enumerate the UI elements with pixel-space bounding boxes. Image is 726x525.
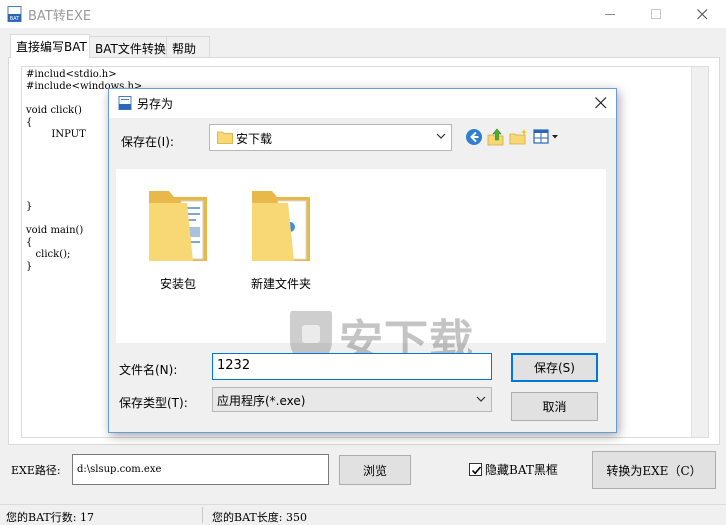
filename-label: 文件名(N): <box>119 363 178 377</box>
exe-path-input[interactable]: d:\slsup.com.exe <box>72 454 329 485</box>
svg-text:BAT: BAT <box>10 16 20 22</box>
checkmark-icon <box>471 466 482 475</box>
status-separator <box>202 507 203 523</box>
hide-bat-checkbox[interactable] <box>469 463 482 476</box>
title-bar: BAT BAT转EXE <box>0 0 726 28</box>
new-folder-button[interactable] <box>509 127 529 147</box>
vertical-scrollbar[interactable] <box>691 67 708 437</box>
filetype-select[interactable]: 应用程序(*.exe) <box>212 387 492 412</box>
status-line-count: 您的BAT行数: 17 <box>6 511 94 524</box>
dialog-save-button[interactable]: 保存(S) <box>511 353 598 382</box>
tab-help[interactable]: 帮助 <box>166 36 210 57</box>
dialog-close-button[interactable] <box>589 91 613 115</box>
back-button[interactable] <box>464 127 484 147</box>
save-dialog-icon <box>118 96 132 110</box>
new-folder-icon <box>509 129 528 145</box>
folder-icon <box>252 191 310 261</box>
filetype-label: 保存类型(T): <box>119 396 188 410</box>
save-as-dialog: 另存为 保存在(I): 安下载 安装包 新建文件夹 安下载 文件名(N): 12… <box>108 88 617 433</box>
exe-path-label: EXE路径: <box>11 464 61 477</box>
status-length: 您的BAT长度: 350 <box>212 511 307 524</box>
browse-button[interactable]: 浏览 <box>339 455 411 485</box>
convert-to-exe-button[interactable]: 转换为EXE（C） <box>592 451 716 489</box>
tab-convert-bat-file[interactable]: BAT文件转换 <box>89 36 167 57</box>
close-button[interactable] <box>680 0 726 28</box>
maximize-icon <box>651 9 661 19</box>
save-location-text: 安下载 <box>236 132 273 146</box>
folder-item-new-folder[interactable]: 新建文件夹 <box>236 183 326 293</box>
folder-icon <box>217 131 233 144</box>
minimize-button[interactable] <box>588 0 634 28</box>
folder-item-label: 安装包 <box>159 277 196 291</box>
tab-write-bat[interactable]: 直接编写BAT <box>10 34 90 58</box>
close-icon <box>595 97 607 109</box>
back-arrow-icon <box>466 129 482 145</box>
view-menu-button[interactable] <box>533 127 561 147</box>
dialog-cancel-button[interactable]: 取消 <box>511 392 598 421</box>
close-icon <box>697 9 708 20</box>
up-folder-button[interactable] <box>486 127 506 147</box>
save-location-select[interactable]: 安下载 <box>209 124 452 151</box>
folder-documents-icon <box>149 191 207 261</box>
chevron-down-icon <box>476 396 486 402</box>
up-folder-icon <box>487 128 504 146</box>
minimize-icon <box>605 14 615 15</box>
file-list-area[interactable]: 安装包 新建文件夹 安下载 anxz.com <box>116 169 606 383</box>
dialog-title-bar: 另存为 <box>109 89 616 118</box>
app-icon: BAT <box>7 6 22 22</box>
maximize-button[interactable] <box>634 0 680 28</box>
folder-item-label: 新建文件夹 <box>250 277 311 291</box>
chevron-down-icon <box>436 133 446 139</box>
save-in-label: 保存在(I): <box>121 135 174 149</box>
filename-input[interactable]: 1232 <box>212 353 492 380</box>
status-bar: 您的BAT行数: 17 您的BAT长度: 350 <box>0 504 726 525</box>
folder-item-installers[interactable]: 安装包 <box>133 183 223 293</box>
dialog-title: 另存为 <box>137 97 174 111</box>
view-grid-icon <box>533 129 558 144</box>
window-title: BAT转EXE <box>28 9 92 24</box>
filetype-value: 应用程序(*.exe) <box>217 394 306 408</box>
hide-bat-label[interactable]: 隐藏BAT黑框 <box>485 461 558 478</box>
